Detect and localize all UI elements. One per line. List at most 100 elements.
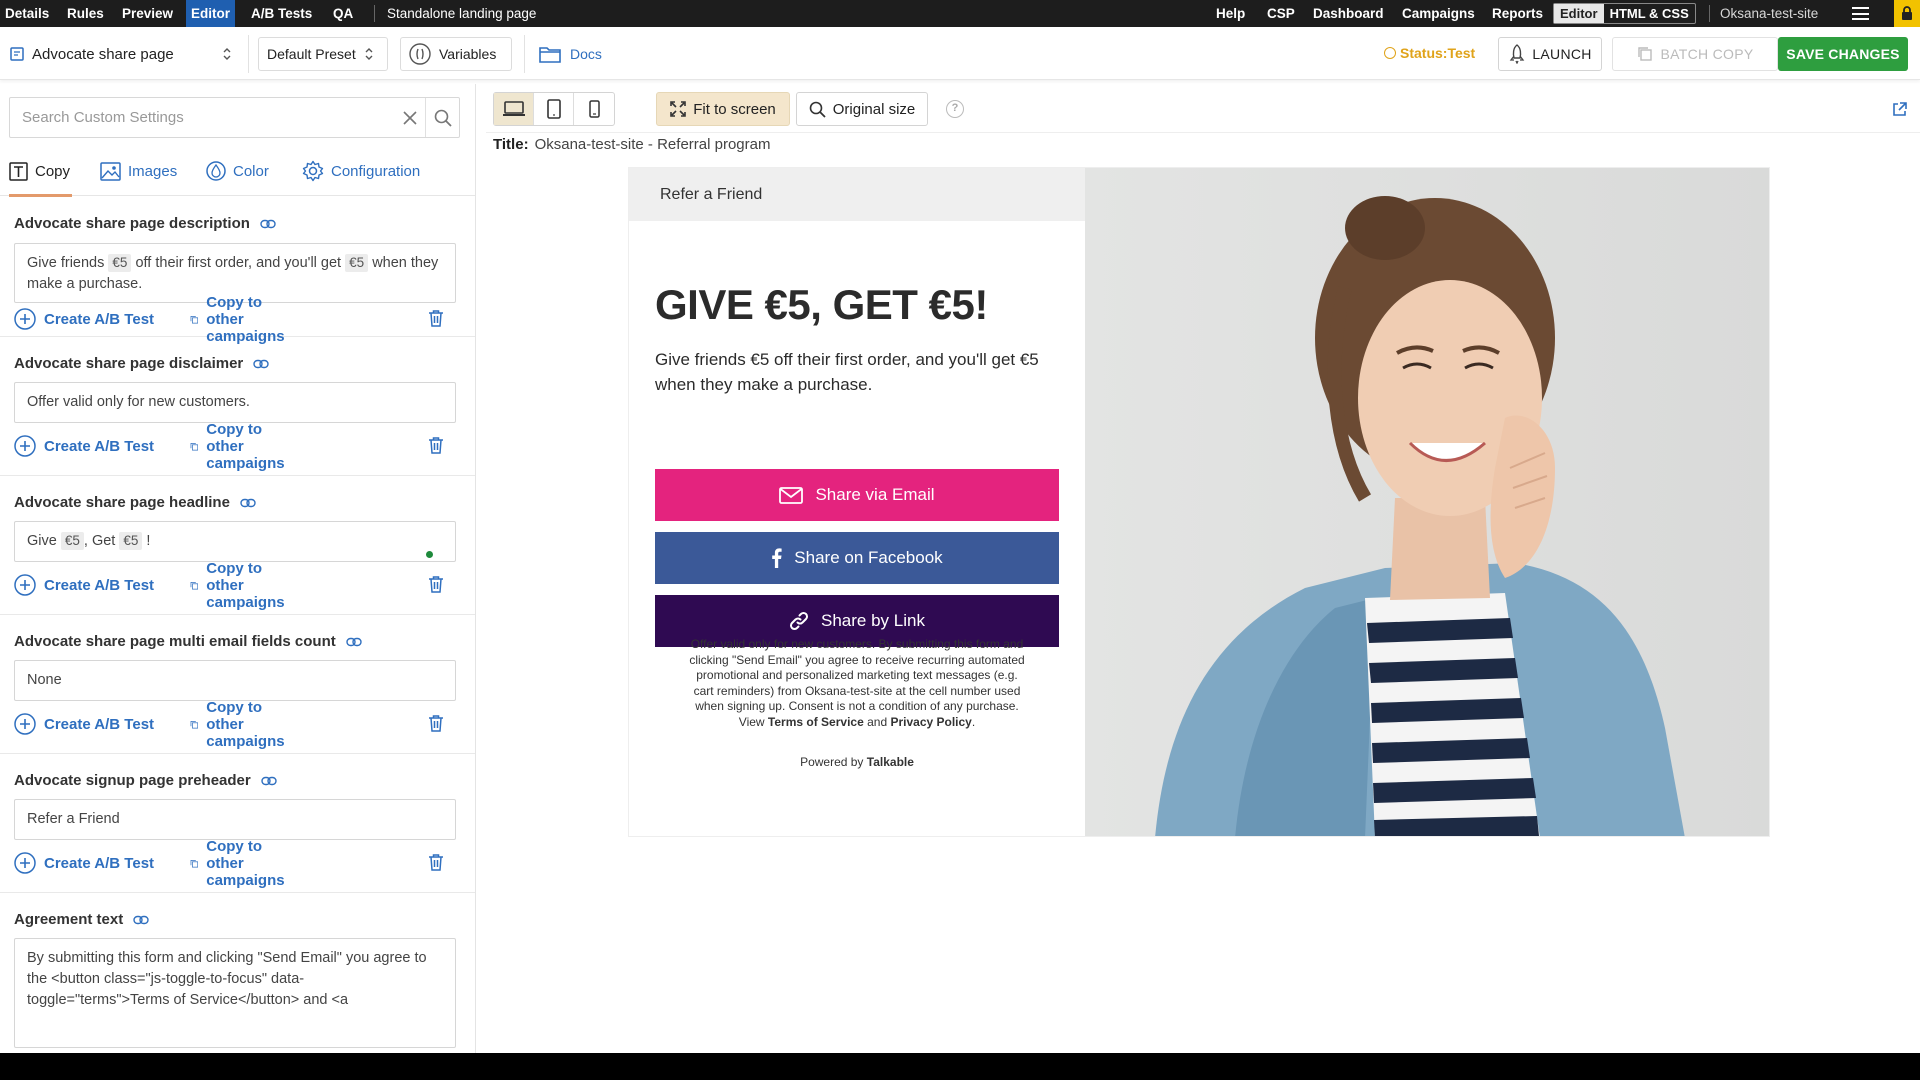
original-size-button[interactable]: Original size [796, 92, 928, 126]
create-ab-test-button[interactable]: Create A/B Test [14, 574, 154, 596]
batch-copy-button[interactable]: BATCH COPY [1612, 37, 1778, 71]
variables-icon [409, 43, 431, 65]
trash-icon[interactable] [428, 575, 444, 593]
plus-circle-icon [14, 852, 36, 874]
nav-dashboard[interactable]: Dashboard [1308, 0, 1389, 27]
link-icon[interactable] [261, 776, 277, 786]
nav-editor[interactable]: Editor [186, 0, 235, 27]
powered-by: Powered by Talkable [629, 755, 1085, 769]
setting-value-input[interactable]: Offer valid only for new customers. [14, 382, 456, 423]
share-on-facebook-button[interactable]: Share on Facebook [655, 532, 1059, 584]
mobile-icon [588, 100, 600, 118]
privacy-policy-link[interactable]: Privacy Policy [890, 715, 971, 729]
custom-settings-panel: Copy Images Color Configuration Advocate… [0, 84, 476, 1053]
description: Give friends €5 off their first order, a… [655, 350, 1039, 394]
setting-value-textarea[interactable]: By submitting this form and clicking "Se… [14, 938, 456, 1048]
terms-of-service-link[interactable]: Terms of Service [768, 715, 864, 729]
setting-label-text: Advocate share page headline [14, 494, 230, 511]
nav-help[interactable]: Help [1211, 0, 1250, 27]
help-icon[interactable]: ? [946, 100, 964, 118]
plus-circle-icon [14, 308, 36, 330]
mode-html-css[interactable]: HTML & CSS [1604, 4, 1695, 23]
nav-qa[interactable]: QA [328, 0, 358, 27]
site-name[interactable]: Oksana-test-site [1715, 0, 1823, 27]
copy-to-campaigns-button[interactable]: Copy to other campaigns [190, 699, 293, 750]
text-segment: Give [27, 533, 57, 549]
setting-share-page-headline: Advocate share page headline Give €5, Ge… [0, 476, 475, 615]
editor-app: Advocate share page Default Preset Varia… [0, 27, 1920, 1053]
drop-icon [206, 161, 226, 181]
envelope-icon [779, 486, 804, 504]
nav-details[interactable]: Details [0, 0, 54, 27]
tab-copy-label: Copy [35, 162, 71, 180]
tablet-view-button[interactable] [534, 93, 574, 125]
laptop-icon [502, 101, 525, 116]
link-icon[interactable] [260, 219, 276, 229]
setting-value-input[interactable]: Give €5, Get €5 ! [14, 521, 456, 562]
mobile-view-button[interactable] [574, 93, 614, 125]
launch-button[interactable]: LAUNCH [1498, 37, 1602, 71]
create-ab-test-button[interactable]: Create A/B Test [14, 308, 154, 330]
preset-select[interactable]: Default Preset [258, 37, 388, 71]
nav-rules[interactable]: Rules [62, 0, 109, 27]
fit-to-screen-button[interactable]: Fit to screen [656, 92, 790, 126]
create-ab-test-button[interactable]: Create A/B Test [14, 852, 154, 874]
trash-icon[interactable] [428, 714, 444, 732]
text-icon [9, 161, 28, 181]
copy-to-campaigns-button[interactable]: Copy to other campaigns [190, 421, 293, 472]
setting-label: Advocate share page disclaimer [14, 355, 269, 372]
nav-reports[interactable]: Reports [1487, 0, 1548, 27]
link-icon[interactable] [253, 359, 269, 369]
link-icon[interactable] [240, 498, 256, 508]
docs-link[interactable]: Docs [538, 39, 602, 69]
mode-editor[interactable]: Editor [1554, 4, 1604, 23]
tablet-icon [546, 99, 561, 119]
copy-to-campaigns-button[interactable]: Copy to other campaigns [190, 838, 293, 889]
variable-token[interactable]: €5 [119, 532, 143, 550]
text-segment: ! [146, 533, 151, 549]
create-ab-test-button[interactable]: Create A/B Test [14, 435, 154, 457]
setting-value-input[interactable]: Refer a Friend [14, 799, 456, 840]
nav-csp[interactable]: CSP [1262, 0, 1300, 27]
nav-preview[interactable]: Preview [117, 0, 178, 27]
link-icon[interactable] [133, 915, 149, 925]
plus-circle-icon [14, 713, 36, 735]
setting-label-text: Advocate signup page preheader [14, 772, 251, 789]
talkable-link[interactable]: Talkable [867, 755, 914, 769]
nav-campaigns[interactable]: Campaigns [1397, 0, 1480, 27]
share-on-facebook-label: Share on Facebook [794, 548, 943, 567]
external-link-icon[interactable] [1892, 102, 1907, 117]
page-title: Title: Oksana-test-site - Referral progra… [493, 136, 770, 153]
nav-divider [1709, 5, 1710, 22]
setting-actions: Create A/B Test Copy to other campaigns [14, 294, 443, 345]
tab-copy[interactable]: Copy [9, 146, 73, 197]
trash-icon[interactable] [428, 436, 444, 454]
search-input[interactable] [10, 98, 395, 137]
trash-icon[interactable] [428, 309, 444, 327]
page-select[interactable]: Advocate share page [10, 39, 232, 69]
copy-to-campaigns-button[interactable]: Copy to other campaigns [190, 560, 293, 611]
setting-value-input[interactable]: None [14, 660, 456, 701]
share-via-email-button[interactable]: Share via Email [655, 469, 1059, 521]
copy-to-campaigns-label: Copy to other campaigns [206, 837, 285, 889]
create-ab-test-button[interactable]: Create A/B Test [14, 713, 154, 735]
variables-button[interactable]: Variables [400, 37, 512, 71]
search-button[interactable] [425, 98, 459, 137]
menu-icon[interactable] [1852, 7, 1869, 20]
trash-icon[interactable] [428, 853, 444, 871]
variable-token[interactable]: €5 [345, 254, 369, 272]
variable-token[interactable]: €5 [108, 254, 132, 272]
batch-copy-label: BATCH COPY [1660, 46, 1754, 62]
nav-ab-tests[interactable]: A/B Tests [246, 0, 317, 27]
tab-images[interactable]: Images [100, 146, 177, 196]
clear-search-button[interactable] [395, 110, 425, 126]
lock-button[interactable] [1894, 0, 1920, 27]
tab-color[interactable]: Color [206, 146, 269, 196]
tab-configuration[interactable]: Configuration [302, 146, 420, 196]
status-indicator: Status:Test [1384, 45, 1475, 61]
desktop-view-button[interactable] [494, 93, 534, 125]
save-changes-button[interactable]: SAVE CHANGES [1778, 37, 1908, 71]
link-icon[interactable] [346, 637, 362, 647]
variable-token[interactable]: €5 [60, 532, 84, 550]
copy-icon [190, 442, 199, 450]
